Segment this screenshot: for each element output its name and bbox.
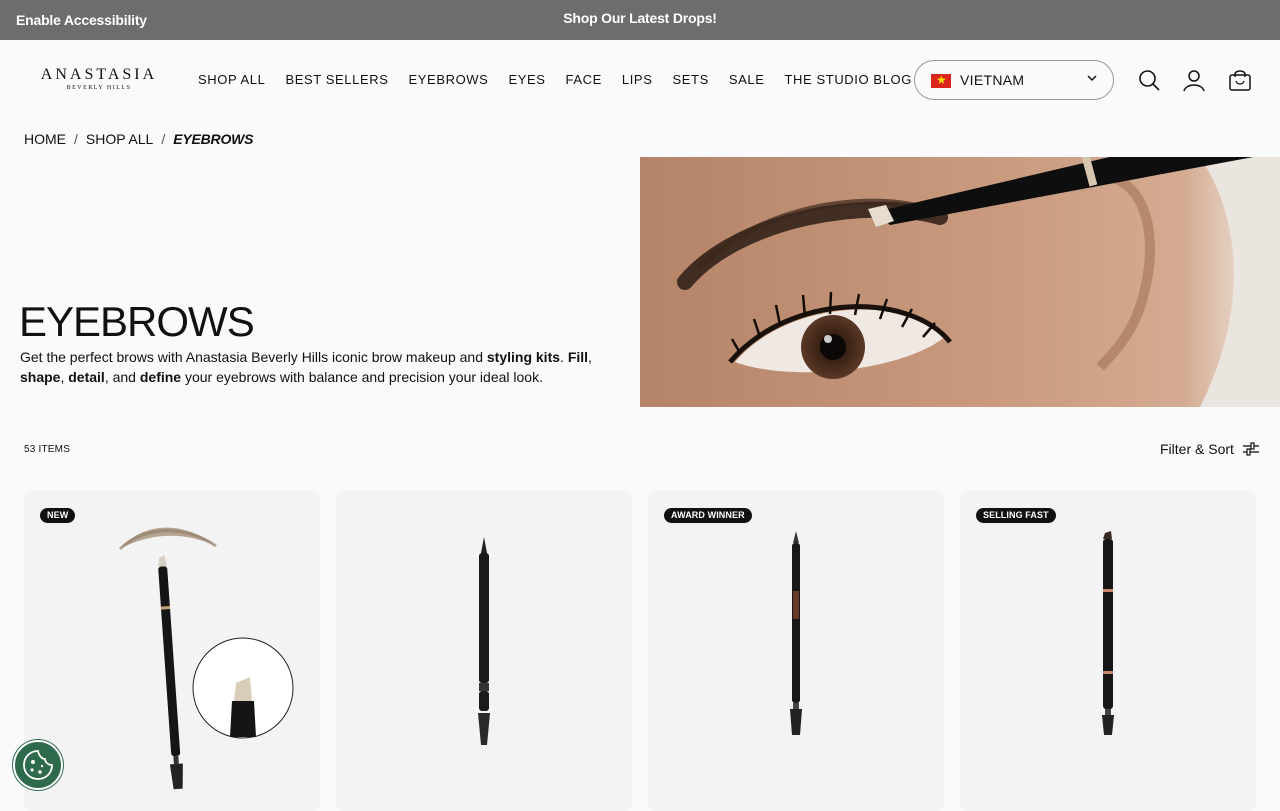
product-badge: AWARD WINNER — [664, 508, 752, 523]
desc-text: , and — [104, 369, 140, 385]
breadcrumb-shop-all[interactable]: SHOP ALL — [86, 131, 153, 147]
breadcrumb-home[interactable]: HOME — [24, 131, 66, 147]
nav-eyes[interactable]: EYES — [508, 72, 545, 87]
cookie-icon — [23, 750, 53, 780]
brow-wiz-product-image — [790, 531, 802, 735]
promo-link[interactable]: Shop Our Latest Drops! — [0, 10, 1280, 26]
nav-sale[interactable]: SALE — [729, 72, 765, 87]
product-card[interactable] — [336, 491, 632, 811]
search-icon[interactable] — [1137, 68, 1161, 92]
product-card[interactable]: AWARD WINNER — [648, 491, 944, 811]
site-header: ANASTASIA BEVERLY HILLS SHOP ALL BEST SE… — [0, 40, 1280, 120]
desc-bold: define — [139, 369, 182, 385]
desc-text: Get the perfect brows with Anastasia Bev… — [20, 349, 487, 365]
nav-face[interactable]: FACE — [566, 72, 602, 87]
bag-icon[interactable] — [1228, 68, 1252, 92]
desc-bold: shape — [20, 369, 61, 385]
hero-eyebrow-image — [640, 157, 1280, 407]
nav-lips[interactable]: LIPS — [622, 72, 653, 87]
nav-studio-blog[interactable]: THE STUDIO BLOG — [785, 72, 912, 87]
product-badge: SELLING FAST — [976, 508, 1056, 523]
nav-shop-all[interactable]: SHOP ALL — [198, 72, 265, 87]
product-card[interactable]: SELLING FAST — [960, 491, 1256, 811]
nav-eyebrows[interactable]: EYEBROWS — [409, 72, 489, 87]
account-icon[interactable] — [1182, 68, 1206, 92]
desc-bold: detail — [68, 369, 105, 385]
country-selector[interactable]: ★ VIETNAM — [914, 60, 1114, 100]
product-badge: NEW — [40, 508, 76, 523]
breadcrumb-separator: / — [74, 131, 78, 147]
page-title: EYEBROWS — [19, 298, 255, 345]
brow-pencil-product-image — [118, 527, 294, 790]
sliders-icon — [1242, 442, 1259, 456]
cookie-settings-button[interactable] — [13, 740, 63, 790]
breadcrumb-separator: / — [161, 131, 166, 147]
category-description: Get the perfect brows with Anastasia Bev… — [20, 347, 600, 387]
logo-wordmark: ANASTASIA — [40, 66, 158, 83]
nav-sets[interactable]: SETS — [672, 72, 708, 87]
brow-definer-product-image — [1102, 531, 1114, 735]
main-nav: SHOP ALL BEST SELLERS EYEBROWS EYES FACE… — [198, 72, 932, 87]
breadcrumb: HOME / SHOP ALL / EYEBROWS — [24, 131, 254, 147]
announcement-bar: Enable Accessibility Shop Our Latest Dro… — [0, 0, 1280, 40]
desc-bold: Fill — [567, 349, 589, 365]
chevron-down-icon — [1087, 75, 1097, 82]
breadcrumb-current: EYEBROWS — [173, 131, 254, 147]
brand-logo[interactable]: ANASTASIA BEVERLY HILLS — [24, 66, 174, 94]
nav-best-sellers[interactable]: BEST SELLERS — [285, 72, 388, 87]
logo-subtitle: BEVERLY HILLS — [66, 85, 132, 91]
brow-pen-product-image — [478, 537, 490, 745]
filter-sort-label: Filter & Sort — [1160, 441, 1234, 457]
desc-bold: styling kits — [486, 349, 561, 365]
desc-text: , — [588, 349, 592, 365]
country-name: VIETNAM — [960, 72, 1025, 88]
product-card[interactable]: NEW — [24, 491, 320, 811]
vietnam-flag-icon: ★ — [931, 73, 951, 88]
filter-sort-button[interactable]: Filter & Sort — [1160, 441, 1260, 457]
item-count: 53 ITEMS — [24, 444, 71, 455]
desc-text: your eyebrows with balance and precision… — [181, 369, 543, 385]
desc-text: . — [560, 349, 568, 365]
